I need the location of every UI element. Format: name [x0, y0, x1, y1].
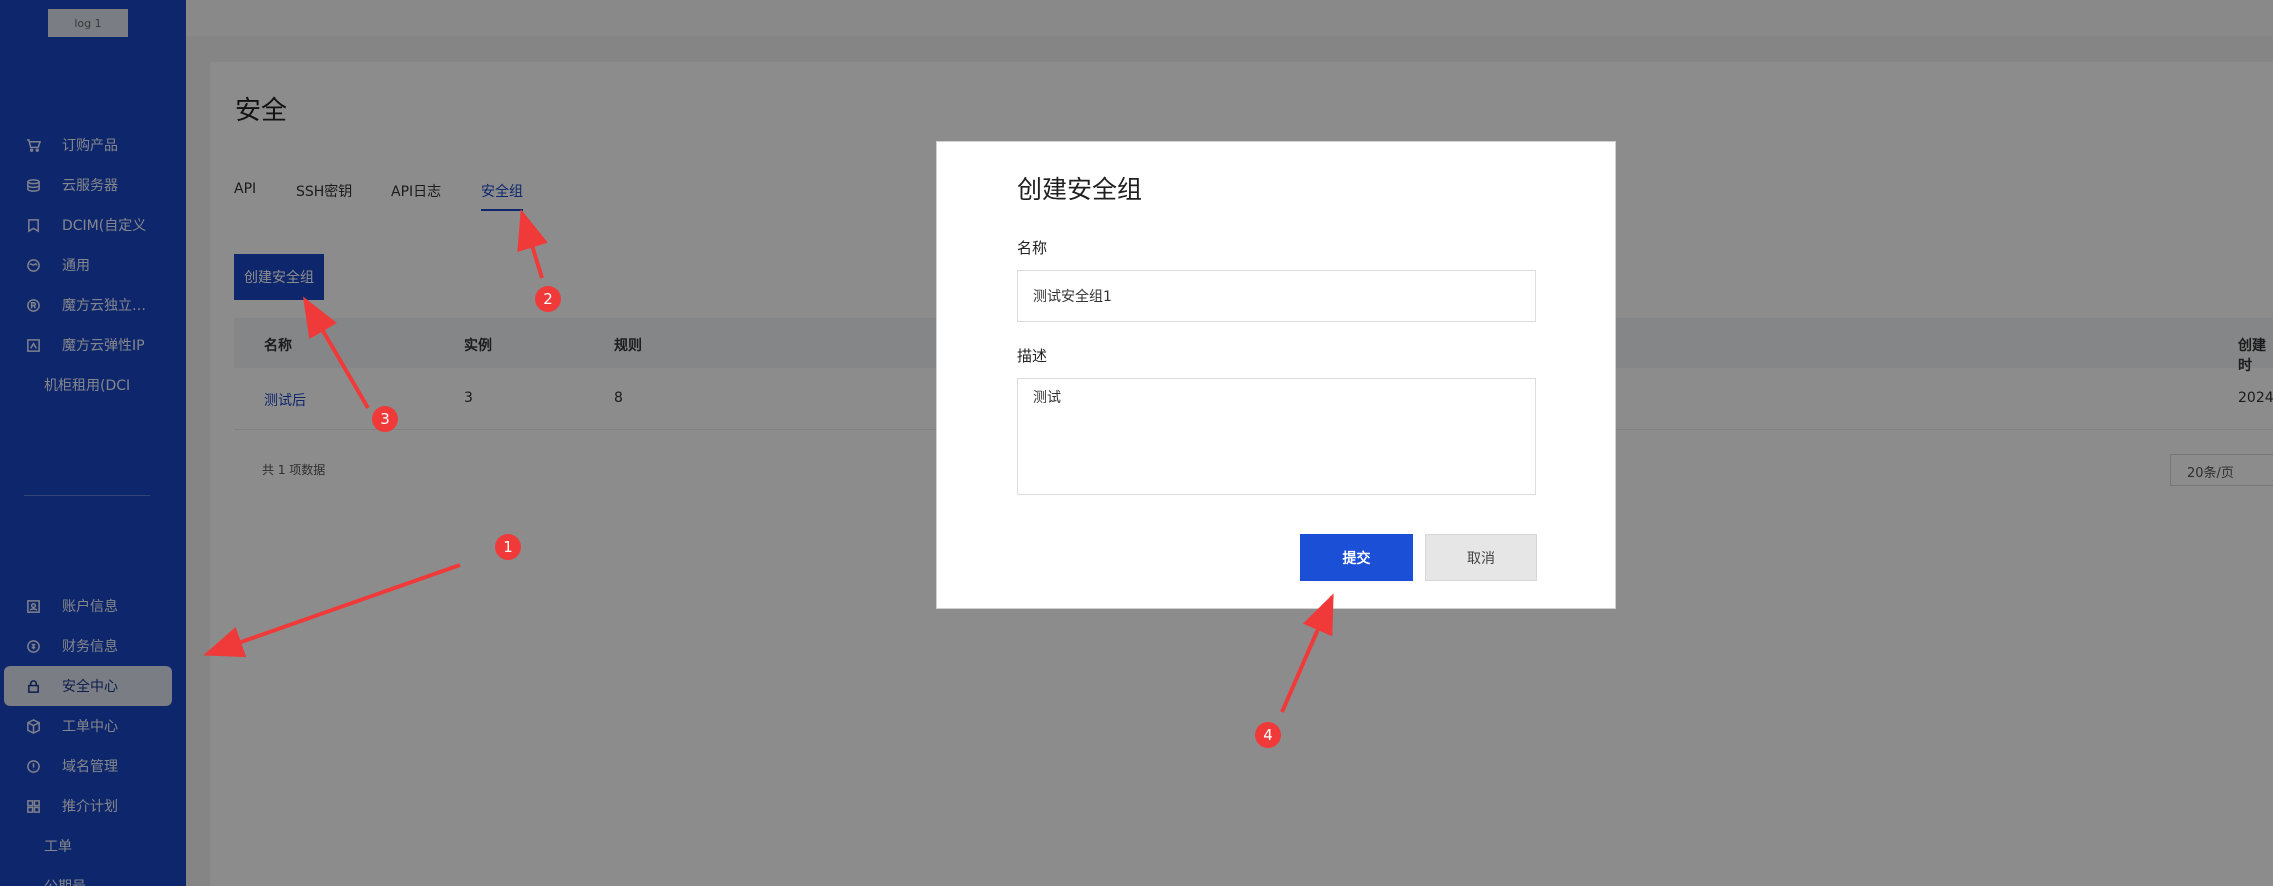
description-label: 描述 [1017, 347, 1048, 365]
name-label: 名称 [1017, 239, 1048, 257]
annotation-badge-2: 2 [535, 286, 561, 312]
cancel-button[interactable]: 取消 [1425, 534, 1537, 581]
name-input[interactable] [1017, 270, 1536, 322]
annotation-badge-3: 3 [372, 406, 398, 432]
description-textarea[interactable]: 测试 [1017, 378, 1536, 495]
dialog-title: 创建安全组 [1017, 175, 1143, 204]
submit-button[interactable]: 提交 [1300, 534, 1413, 581]
create-security-group-dialog: 创建安全组 名称 描述 测试 提交 取消 [936, 141, 1616, 609]
annotation-badge-4: 4 [1255, 722, 1281, 748]
annotation-badge-1: 1 [495, 534, 521, 560]
